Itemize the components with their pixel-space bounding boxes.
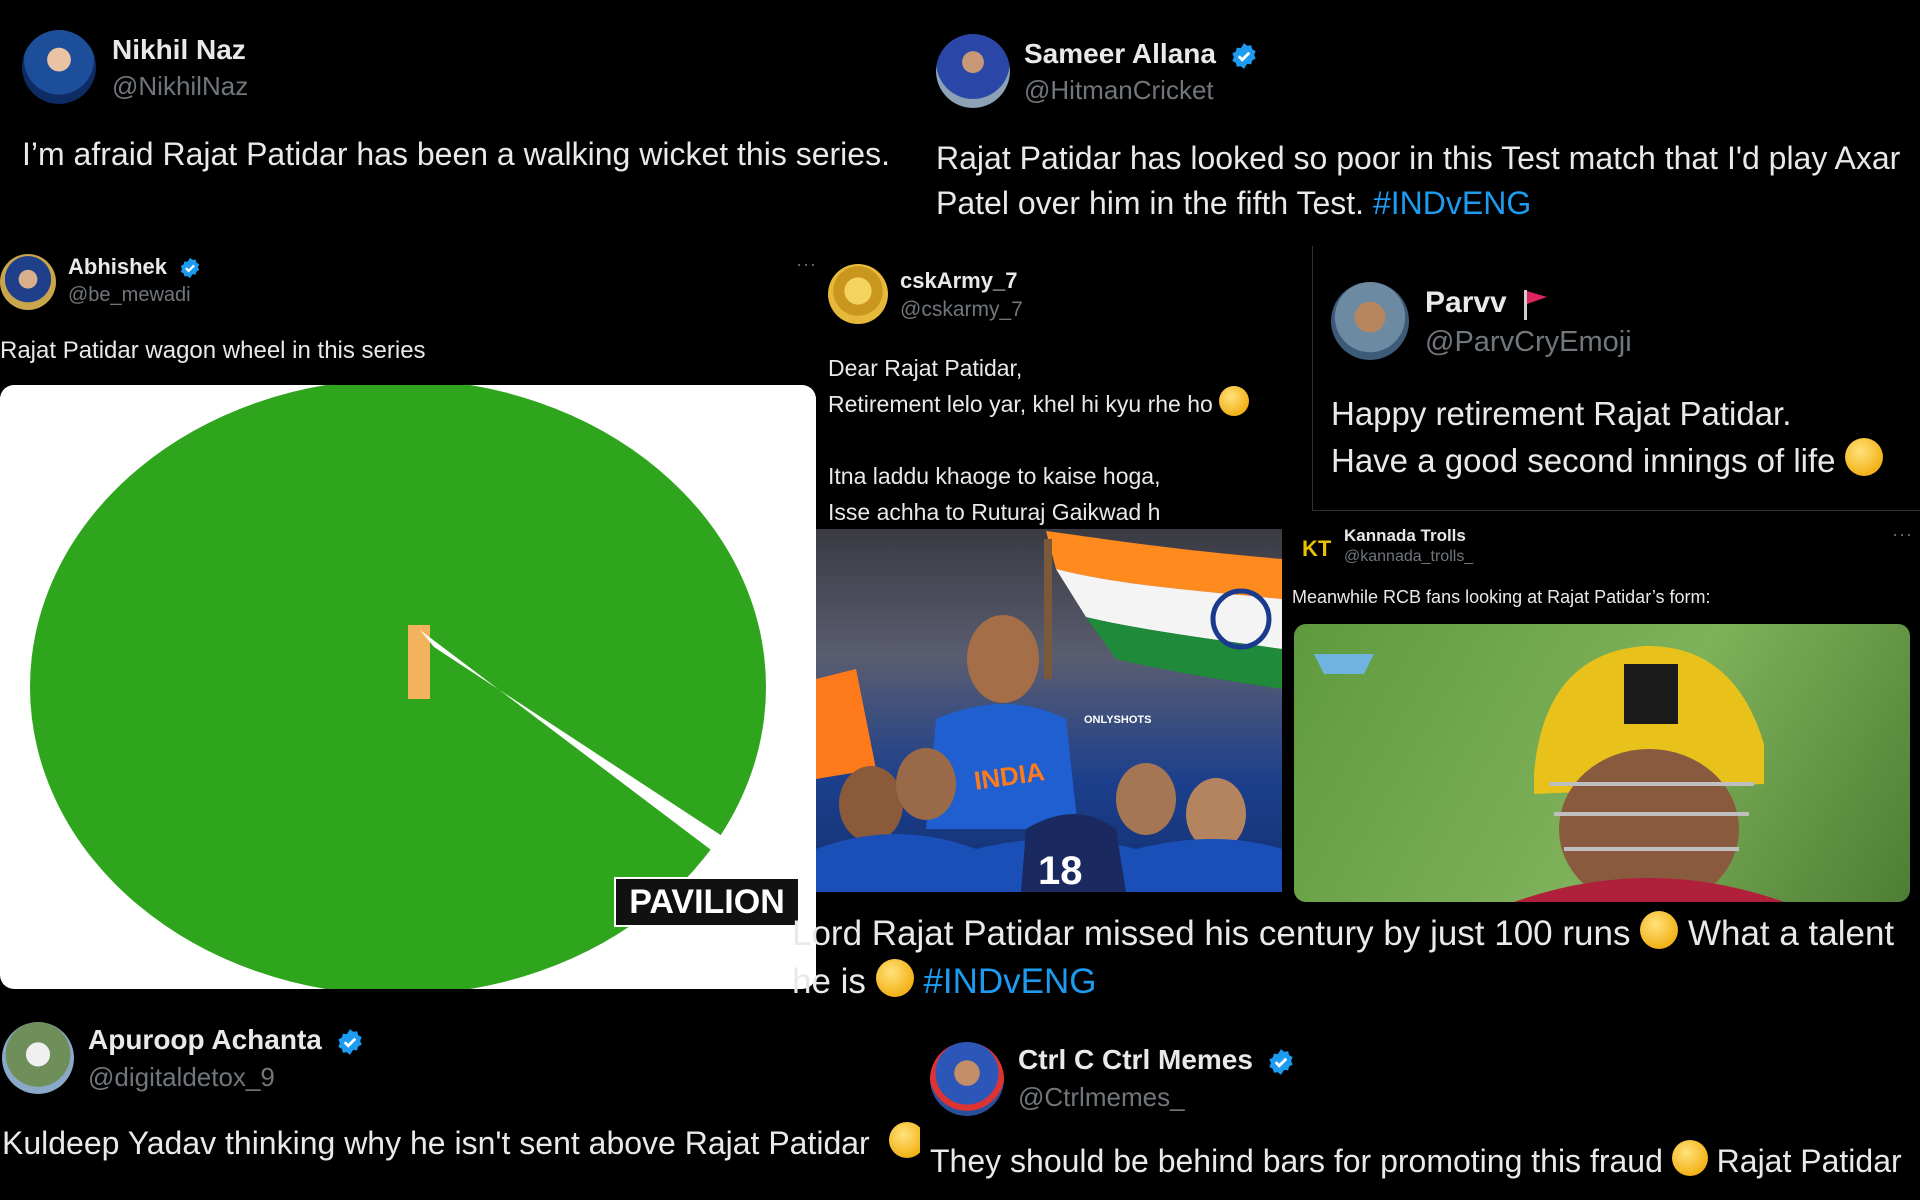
author-name-text: Ctrl C Ctrl Memes [1018, 1044, 1253, 1075]
tweet-line-2-text: Have a good second innings of life [1331, 442, 1836, 479]
verified-badge-icon [337, 1028, 362, 1055]
tweet-cskarmy: cskArmy_7 @cskarmy_7 Dear Rajat Patidar,… [816, 246, 1312, 529]
saluting-face-emoji-icon [1844, 438, 1883, 476]
tweet-abhishek: Abhishek @be_mewadi ··· Rajat Patidar wa… [0, 240, 816, 1000]
author-handle[interactable]: @Ctrlmemes_ [1018, 1082, 1185, 1113]
tweet-text: Happy retirement Rajat Patidar. Have a g… [1331, 390, 1883, 484]
avatar[interactable] [22, 30, 96, 104]
tweet-line-3: Itna laddu khaoge to kaise hoga, [828, 463, 1161, 489]
tweet-parvv: Parvv @ParvCryEmoji Happy retirement Raj… [1312, 246, 1920, 511]
tweet-line-1: Dear Rajat Patidar, [828, 355, 1023, 381]
tweet-text: Dear Rajat Patidar, Retirement lelo yar,… [828, 350, 1250, 529]
tweet-line-2: Have a good second innings of life [1331, 437, 1883, 484]
rcb-fan-graphic [1314, 645, 1784, 902]
lsg-logo [1314, 654, 1374, 674]
kt-logo-text: KT [1302, 536, 1332, 561]
crying-emoji-icon [1640, 911, 1679, 949]
avatar[interactable] [1331, 282, 1409, 360]
pavilion-label: PAVILION [614, 877, 800, 927]
logo-avatar[interactable]: KT [1300, 530, 1334, 564]
tweet-text: Kuldeep Yadav thinking why he isn't sent… [2, 1122, 920, 1163]
author-name[interactable]: Kannada Trolls [1344, 526, 1466, 546]
red-flag-icon [1524, 290, 1548, 321]
hashtag-link[interactable]: #INDvENG [923, 962, 1096, 1001]
author-name[interactable]: Sameer Allana [1024, 38, 1258, 70]
tweet-text: Meanwhile RCB fans looking at Rajat Pati… [1292, 587, 1711, 607]
author-name-text: Parvv [1425, 286, 1507, 319]
tweet-body: They should be behind bars for promoting… [930, 1143, 1663, 1179]
verified-badge-icon [1269, 1048, 1293, 1075]
avatar[interactable] [930, 1042, 1004, 1116]
tweet-text: Rajat Patidar has looked so poor in this… [936, 136, 1920, 226]
verified-badge-icon [1232, 42, 1256, 69]
tweet-nikhil-naz: Nikhil Naz @NikhilNaz I’m afraid Rajat P… [0, 0, 930, 190]
author-name[interactable]: cskArmy_7 [900, 268, 1017, 294]
tweet-body-2: Rajat Patidar [1716, 1143, 1902, 1179]
author-handle[interactable]: @cskarmy_7 [900, 298, 1023, 322]
avatar[interactable] [2, 1022, 74, 1094]
tweet-text: I’m afraid Rajat Patidar has been a walk… [22, 136, 890, 172]
author-name[interactable]: Parvv [1425, 286, 1549, 321]
photo-watermark: ONLYSHOTS [1084, 714, 1152, 726]
tweet-body-2: What a talent [1687, 914, 1895, 953]
jersey-number: 18 [1038, 849, 1083, 892]
verified-badge-icon [180, 258, 200, 279]
tweet-text: Rajat Patidar wagon wheel in this series [0, 337, 426, 364]
avatar[interactable] [936, 34, 1010, 108]
crowd-head-1 [839, 766, 903, 842]
more-options-icon[interactable]: ··· [796, 254, 816, 275]
laughing-emoji-icon [888, 1122, 920, 1158]
author-handle[interactable]: @HitmanCricket [1024, 75, 1214, 106]
author-name-text: Sameer Allana [1024, 38, 1216, 69]
celebration-photo[interactable]: INDIA 18 ONLYSHOTS [816, 529, 1282, 892]
tweet-kannada-trolls: KT Kannada Trolls @kannada_trolls_ ··· M… [1282, 512, 1920, 904]
avatar[interactable] [828, 264, 888, 324]
tweet-line-2-text: Retirement lelo yar, khel hi kyu rhe ho [828, 391, 1213, 417]
author-name[interactable]: Ctrl C Ctrl Memes [1018, 1044, 1295, 1076]
more-options-icon[interactable]: ··· [1892, 524, 1913, 545]
expressionless-emoji-icon [1671, 1140, 1708, 1176]
tweet-ctrl-memes: Ctrl C Ctrl Memes @Ctrlmemes_ They shoul… [920, 1020, 1920, 1200]
author-handle[interactable]: @kannada_trolls_ [1344, 548, 1473, 566]
tweet-line-2: Retirement lelo yar, khel hi kyu rhe ho [828, 386, 1250, 422]
author-name[interactable]: Nikhil Naz [112, 34, 246, 66]
author-name[interactable]: Apuroop Achanta [88, 1024, 364, 1056]
tweet-line-1: Happy retirement Rajat Patidar. [1331, 395, 1792, 432]
jersey-collar [1514, 878, 1784, 902]
tweet-text: Lord Rajat Patidar missed his century by… [792, 910, 1920, 1006]
tweet-sameer-allana: Sameer Allana @HitmanCricket Rajat Patid… [930, 0, 1920, 240]
crowd-head-2 [896, 748, 956, 820]
wagon-wheel-image[interactable]: PAVILION [0, 385, 816, 989]
author-name-text: Apuroop Achanta [88, 1024, 322, 1055]
author-handle[interactable]: @digitaldetox_9 [88, 1062, 275, 1093]
orange-flag [816, 669, 876, 779]
avatar[interactable] [0, 254, 56, 310]
tweet-line-spacer [828, 422, 1249, 458]
flag-pole [1044, 539, 1052, 679]
tweet-body: Kuldeep Yadav thinking why he isn't sent… [2, 1125, 870, 1161]
tweet-apuroop-achanta: Apuroop Achanta @digitaldetox_9 Kuldeep … [0, 1010, 920, 1200]
tweet-body: Lord Rajat Patidar missed his century by… [792, 914, 1631, 953]
crowd-head-3 [1116, 763, 1176, 835]
tweet-line-4: Isse achha to Ruturaj Gaikwad h [828, 499, 1161, 525]
helmet-badge [1624, 664, 1678, 724]
tweet-body-3: he is [792, 962, 866, 1001]
author-name[interactable]: Abhishek [68, 254, 201, 280]
rcb-fan-image[interactable] [1294, 624, 1910, 902]
tweet-text: They should be behind bars for promoting… [930, 1140, 1902, 1181]
player-head [967, 615, 1039, 703]
hashtag-link[interactable]: #INDvENG [1373, 185, 1531, 221]
tweet-century: Lord Rajat Patidar missed his century by… [778, 900, 1920, 1020]
author-handle[interactable]: @ParvCryEmoji [1425, 326, 1632, 359]
author-handle[interactable]: @be_mewadi [68, 284, 191, 307]
saluting-face-emoji-icon [875, 959, 914, 997]
eye-roll-emoji-icon [1219, 386, 1250, 416]
celebration-graphic [816, 531, 1282, 892]
author-name-text: Abhishek [68, 254, 168, 279]
author-handle[interactable]: @NikhilNaz [112, 71, 248, 102]
